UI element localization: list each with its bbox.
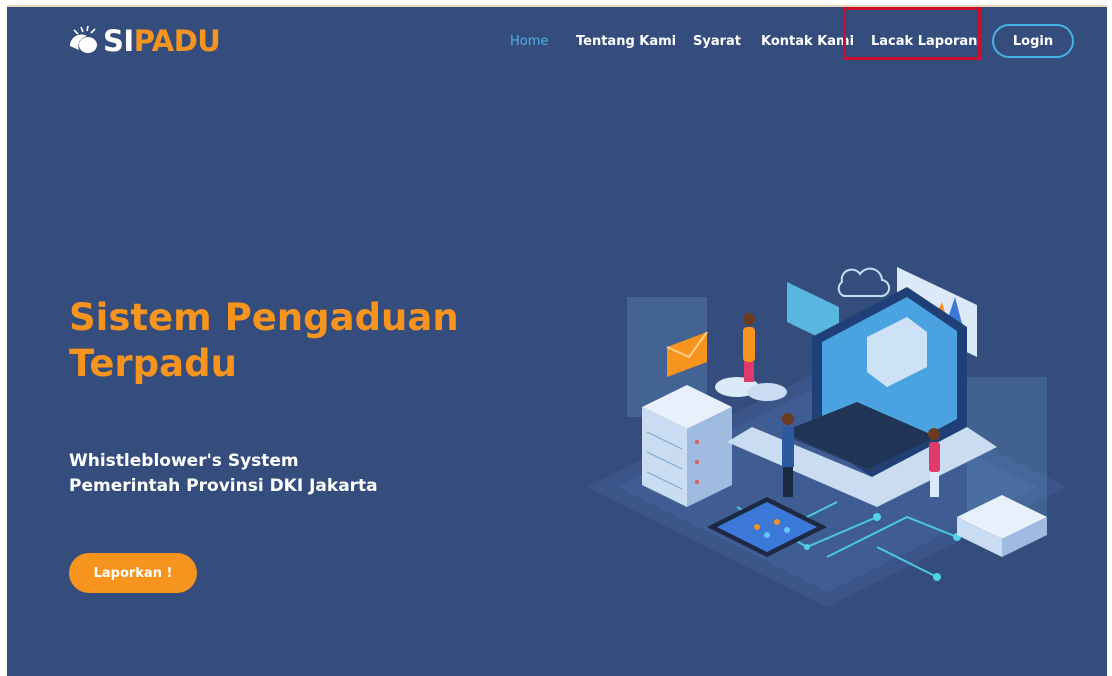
report-button[interactable]: Laporkan !	[69, 553, 197, 593]
login-button[interactable]: Login	[992, 24, 1074, 58]
logo[interactable]: SI PADU	[67, 21, 221, 61]
hero-subtitle: Whistleblower's System Pemerintah Provin…	[69, 449, 449, 499]
lacak-laporan-highlight	[843, 7, 981, 60]
hero-title-line2: Terpadu	[69, 342, 237, 385]
hero-page: SI PADU Home Tentang Kami Syarat Kontak K…	[7, 7, 1107, 676]
hero-illustration	[587, 267, 1067, 607]
nav-kontak-kami[interactable]: Kontak Kami	[761, 34, 854, 49]
server-icon	[642, 385, 732, 507]
hero-title-line1: Sistem Pengaduan	[69, 296, 459, 339]
cloud-icon	[837, 267, 891, 298]
logo-text-prefix: SI	[103, 24, 134, 58]
nav-syarat[interactable]: Syarat	[693, 34, 741, 49]
logo-icon	[70, 26, 97, 53]
hero-subtitle-line2: Pemerintah Provinsi DKI Jakarta	[69, 476, 378, 496]
hero-subtitle-line1: Whistleblower's System	[69, 451, 299, 471]
hero-title: Sistem Pengaduan Terpadu	[69, 295, 489, 387]
nav-tentang-kami[interactable]: Tentang Kami	[576, 34, 676, 49]
nav-home[interactable]: Home	[510, 34, 548, 49]
logo-text-suffix: PADU	[133, 24, 221, 58]
